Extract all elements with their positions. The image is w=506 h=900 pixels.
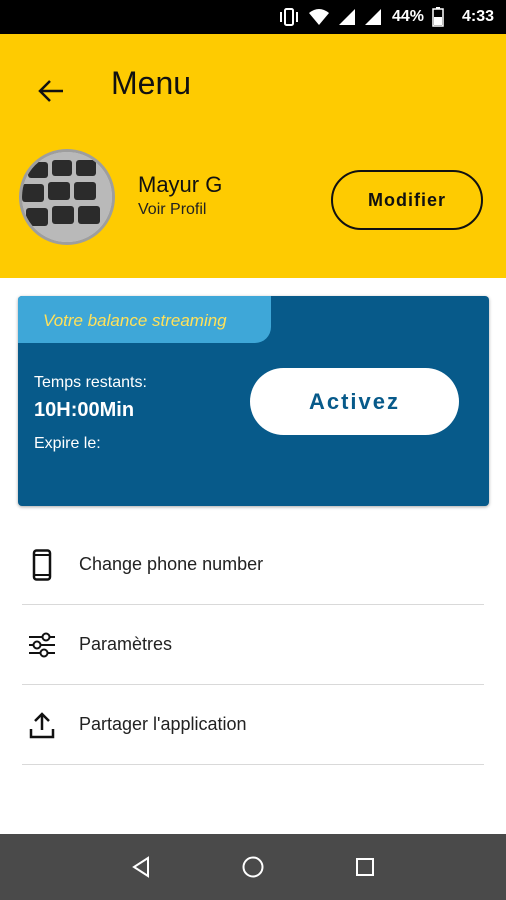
nav-recents-button[interactable] bbox=[345, 847, 385, 887]
recents-square-icon bbox=[356, 858, 374, 876]
system-nav-bar bbox=[0, 834, 506, 900]
menu-item-label: Change phone number bbox=[79, 554, 264, 574]
edit-profile-button[interactable]: Modifier bbox=[331, 170, 483, 230]
wifi-icon bbox=[308, 8, 330, 26]
menu-item-label: Paramètres bbox=[79, 634, 173, 654]
expires-label: Expire le: bbox=[34, 435, 101, 452]
status-time: 4:33 bbox=[461, 8, 494, 25]
menu-item-change-phone[interactable]: Change phone number bbox=[22, 525, 484, 605]
nav-back-button[interactable] bbox=[121, 847, 161, 887]
nav-home-button[interactable] bbox=[233, 847, 273, 887]
menu-item-label: Partager l'application bbox=[79, 714, 247, 734]
back-triangle-icon bbox=[132, 856, 149, 878]
share-upload-icon bbox=[24, 707, 60, 743]
menu-item-settings[interactable]: Paramètres bbox=[22, 605, 484, 685]
avatar[interactable] bbox=[19, 149, 115, 245]
user-name: Mayur G bbox=[138, 172, 223, 197]
back-button[interactable] bbox=[28, 68, 74, 114]
streaming-balance-card: Votre balance streaming Temps restants: … bbox=[18, 296, 489, 506]
balance-tab: Votre balance streaming bbox=[18, 296, 271, 343]
arrow-left-icon bbox=[38, 80, 63, 102]
profile-header: Menu Mayur G Voir Profil Modifier bbox=[0, 34, 506, 278]
menu-item-share-app[interactable]: Partager l'application bbox=[22, 685, 484, 765]
page-title: Menu bbox=[111, 65, 192, 101]
sliders-icon bbox=[24, 627, 60, 663]
balance-tab-label: Votre balance streaming bbox=[43, 311, 227, 330]
signal-icon bbox=[364, 8, 382, 26]
status-bar: 44% 4:33 bbox=[0, 0, 506, 34]
menu-list: Change phone number Paramètres Partager … bbox=[0, 525, 506, 765]
home-circle-icon bbox=[242, 856, 264, 878]
smartphone-icon bbox=[24, 547, 60, 583]
vibrate-icon bbox=[278, 7, 300, 27]
view-profile-link[interactable]: Voir Profil bbox=[138, 201, 206, 219]
battery-percent: 44% bbox=[391, 8, 424, 25]
remaining-time-value: 10H:00Min bbox=[34, 399, 135, 421]
signal-icon bbox=[338, 8, 356, 26]
activate-button[interactable]: Activez bbox=[250, 368, 459, 435]
battery-icon bbox=[432, 7, 444, 27]
remaining-time-label: Temps restants: bbox=[34, 374, 147, 391]
